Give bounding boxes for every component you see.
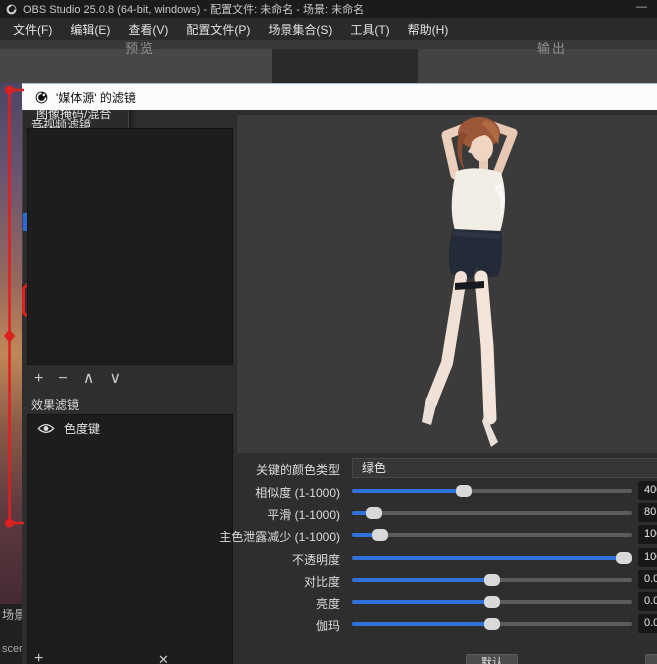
filters-dialog-titlebar[interactable]: '媒体源' 的滤镜 [22, 84, 657, 110]
remove-filter-button[interactable]: − [58, 371, 67, 387]
preview-dock-label: 预览 [125, 38, 155, 57]
close-button-partial[interactable] [645, 654, 657, 664]
contrast-slider[interactable] [352, 578, 632, 582]
brightness-row: 亮度 0.00 [22, 592, 657, 612]
toolbar-partial-icon[interactable]: ✕ [158, 652, 169, 664]
slider-handle[interactable] [372, 529, 388, 541]
gamma-row: 伽玛 0.00 [22, 614, 657, 634]
similarity-row: 相似度 (1-1000) 400 [22, 481, 657, 501]
similarity-slider[interactable] [352, 489, 632, 493]
minimize-button[interactable]: — [636, 1, 647, 13]
obs-logo-icon [35, 91, 48, 104]
menu-edit[interactable]: 编辑(E) [61, 18, 119, 41]
similarity-value[interactable]: 400 [638, 481, 657, 500]
contrast-label: 对比度 [22, 573, 340, 590]
key-color-type-select[interactable]: 绿色 [352, 458, 657, 478]
brightness-value[interactable]: 0.00 [638, 592, 657, 611]
scenes-dock-label: 场景 [2, 606, 24, 623]
move-filter-up-button[interactable]: ∧ [83, 371, 95, 387]
gamma-slider[interactable] [352, 622, 632, 626]
keyed-person-image [397, 116, 555, 450]
brightness-slider[interactable] [352, 600, 632, 604]
smoothness-row: 平滑 (1-1000) 80 [22, 503, 657, 523]
add-effect-filter-button[interactable]: + [34, 651, 43, 664]
slider-handle[interactable] [484, 574, 500, 586]
slider-handle[interactable] [456, 485, 472, 497]
opacity-slider[interactable] [352, 556, 632, 560]
menu-tools[interactable]: 工具(T) [341, 18, 398, 41]
slider-handle[interactable] [484, 618, 500, 630]
key-color-type-label: 关键的颜色类型 [22, 461, 340, 478]
effect-filters-header: 效果滤镜 [31, 396, 79, 413]
visibility-eye-icon[interactable] [37, 423, 55, 434]
gamma-label: 伽玛 [22, 617, 340, 634]
similarity-label: 相似度 (1-1000) [22, 484, 340, 501]
opacity-label: 不透明度 [22, 551, 340, 568]
filters-dialog: '媒体源' 的滤镜 音视频滤镜 + − ∧ ∨ 效果滤镜 色度键 + ✕ [22, 83, 657, 664]
slider-handle[interactable] [616, 552, 632, 564]
gamma-value[interactable]: 0.00 [638, 614, 657, 633]
smoothness-slider[interactable] [352, 511, 632, 515]
spill-reduction-value[interactable]: 100 [638, 525, 657, 544]
smoothness-value[interactable]: 80 [638, 503, 657, 522]
backdrop-gap [272, 49, 418, 83]
slider-handle[interactable] [484, 596, 500, 608]
audio-filters-list[interactable] [27, 128, 233, 365]
obs-screen: OBS Studio 25.0.8 (64-bit, windows) - 配置… [0, 0, 657, 664]
defaults-button[interactable]: 默认 [466, 654, 518, 664]
spill-reduction-row: 主色泄露减少 (1-1000) 100 [22, 525, 657, 545]
brightness-label: 亮度 [22, 595, 340, 612]
move-filter-down-button[interactable]: ∨ [109, 371, 121, 387]
filter-item-label: 色度键 [64, 420, 100, 437]
window-title: OBS Studio 25.0.8 (64-bit, windows) - 配置… [23, 1, 364, 17]
menu-profile[interactable]: 配置文件(P) [177, 18, 259, 41]
opacity-value[interactable]: 100 [638, 548, 657, 567]
menubar: 文件(F) 编辑(E) 查看(V) 配置文件(P) 场景集合(S) 工具(T) … [0, 18, 657, 40]
annotation-red-line [0, 80, 30, 535]
output-dock-label: 输出 [537, 38, 567, 57]
menu-scene-collection[interactable]: 场景集合(S) [259, 18, 341, 41]
contrast-value[interactable]: 0.00 [638, 570, 657, 589]
spill-reduction-label: 主色泄露减少 (1-1000) [22, 528, 340, 545]
filter-list-item[interactable]: 色度键 [28, 415, 232, 437]
opacity-row: 不透明度 100 [22, 548, 657, 568]
key-color-type-row: 关键的颜色类型 绿色 [22, 458, 657, 478]
window-titlebar: OBS Studio 25.0.8 (64-bit, windows) - 配置… [0, 0, 657, 18]
menu-help[interactable]: 帮助(H) [399, 18, 458, 41]
scene-list-item[interactable]: scen [2, 643, 24, 655]
obs-logo-icon [6, 4, 17, 15]
audio-filters-toolbar: + − ∧ ∨ [34, 371, 121, 387]
smoothness-label: 平滑 (1-1000) [22, 506, 340, 523]
add-filter-button[interactable]: + [34, 371, 43, 387]
spill-reduction-slider[interactable] [352, 533, 632, 537]
contrast-row: 对比度 0.00 [22, 570, 657, 590]
filters-dialog-title: '媒体源' 的滤镜 [56, 89, 136, 106]
slider-handle[interactable] [366, 507, 382, 519]
menu-file[interactable]: 文件(F) [4, 18, 61, 41]
